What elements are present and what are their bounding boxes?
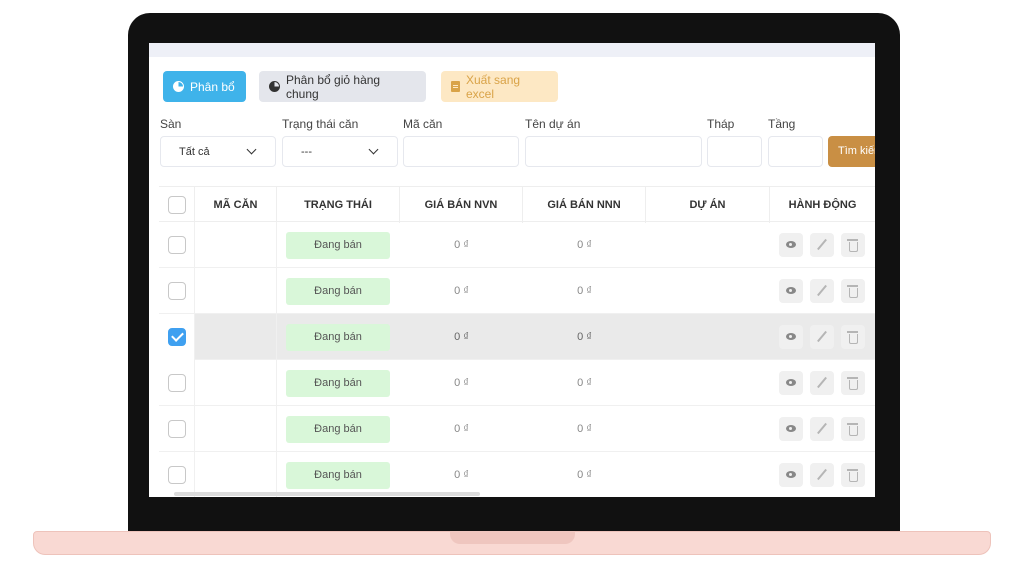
unit-code-cell — [195, 222, 277, 268]
status-badge: Đang bán — [286, 462, 390, 489]
header-price-nnn[interactable]: GIÁ BÁN NNN — [523, 187, 646, 223]
unit-code-cell — [195, 452, 277, 497]
status-badge: Đang bán — [286, 278, 390, 305]
export-excel-button[interactable]: Xuất sang excel — [441, 71, 558, 102]
unit-code-input[interactable] — [403, 136, 519, 167]
row-checkbox[interactable] — [168, 466, 186, 484]
select-all-cell — [159, 187, 195, 223]
edit-icon[interactable] — [810, 371, 834, 395]
edit-icon[interactable] — [810, 233, 834, 257]
unit-code-cell — [195, 406, 277, 452]
unit-code-cell — [195, 268, 277, 314]
project-name-input[interactable] — [525, 136, 702, 167]
price-nnn-cell: 0 ₫ — [577, 377, 592, 389]
app-screen: Phân bổ Phân bổ giỏ hàng chung Xuất sang… — [149, 43, 875, 497]
view-icon[interactable] — [779, 417, 803, 441]
price-nnn-cell: 0 ₫ — [577, 239, 592, 251]
table-row[interactable]: Đang bán 0 ₫ 0 ₫ — [159, 406, 875, 452]
status-select[interactable]: --- — [282, 136, 398, 167]
table-row-selected[interactable]: Đang bán 0 ₫ 0 ₫ — [159, 314, 875, 360]
status-badge: Đang bán — [286, 416, 390, 443]
price-nvn-cell: 0 ₫ — [454, 331, 469, 343]
edit-icon[interactable] — [810, 325, 834, 349]
view-icon[interactable] — [779, 279, 803, 303]
table-row[interactable]: Đang bán 0 ₫ 0 ₫ — [159, 360, 875, 406]
horizontal-scrollbar[interactable] — [174, 492, 480, 496]
row-select-cell — [159, 406, 195, 452]
price-nnn-cell: 0 ₫ — [577, 331, 592, 343]
header-project[interactable]: DỰ ÁN — [646, 187, 770, 223]
top-bar — [149, 43, 875, 57]
chevron-down-icon — [246, 144, 257, 155]
view-icon[interactable] — [779, 233, 803, 257]
unit-code-filter-label: Mã căn — [403, 117, 443, 131]
trash-icon[interactable] — [841, 279, 865, 303]
project-name-filter-label: Tên dự án — [525, 117, 581, 131]
floor-select-value: Tất cả — [179, 145, 210, 158]
file-icon — [451, 81, 460, 92]
edit-icon[interactable] — [810, 417, 834, 441]
table-row[interactable]: Đang bán 0 ₫ 0 ₫ — [159, 222, 875, 268]
view-icon[interactable] — [779, 463, 803, 487]
floor-select[interactable]: Tất cả — [160, 136, 276, 167]
price-nvn-cell: 0 ₫ — [454, 377, 469, 389]
price-nvn-cell: 0 ₫ — [454, 423, 469, 435]
allocate-shared-cart-label: Phân bổ giỏ hàng chung — [286, 72, 381, 101]
trash-icon[interactable] — [841, 371, 865, 395]
allocate-button[interactable]: Phân bổ — [163, 71, 246, 102]
row-select-cell — [159, 360, 195, 406]
table-header: MÃ CĂN TRẠNG THÁI GIÁ BÁN NVN GIÁ BÁN NN… — [159, 186, 875, 223]
header-price-nvn[interactable]: GIÁ BÁN NVN — [400, 187, 523, 223]
header-status[interactable]: TRẠNG THÁI — [277, 187, 400, 223]
header-actions: HÀNH ĐỘNG — [788, 199, 857, 211]
allocate-shared-cart-button[interactable]: Phân bổ giỏ hàng chung — [259, 71, 426, 102]
level-input[interactable] — [768, 136, 823, 167]
trash-icon[interactable] — [841, 233, 865, 257]
row-select-cell — [159, 314, 195, 360]
table-row[interactable]: Đang bán 0 ₫ 0 ₫ — [159, 452, 875, 497]
select-all-checkbox[interactable] — [168, 196, 186, 214]
status-badge: Đang bán — [286, 370, 390, 397]
edit-icon[interactable] — [810, 279, 834, 303]
price-nnn-cell: 0 ₫ — [577, 469, 592, 481]
header-unit-code[interactable]: MÃ CĂN — [195, 187, 277, 223]
status-filter-label: Trạng thái căn — [282, 117, 359, 131]
level-filter-label: Tầng — [768, 117, 796, 131]
price-nvn-cell: 0 ₫ — [454, 285, 469, 297]
view-icon[interactable] — [779, 371, 803, 395]
status-badge: Đang bán — [286, 324, 390, 351]
row-checkbox[interactable] — [168, 236, 186, 254]
row-select-cell — [159, 452, 195, 497]
unit-code-cell — [195, 314, 277, 360]
price-nvn-cell: 0 ₫ — [454, 239, 469, 251]
edit-icon[interactable] — [810, 463, 834, 487]
unit-code-cell — [195, 360, 277, 406]
row-checkbox[interactable] — [168, 282, 186, 300]
export-excel-label: Xuất sang excel — [466, 72, 521, 101]
row-checkbox[interactable] — [168, 420, 186, 438]
trash-icon[interactable] — [841, 417, 865, 441]
status-badge: Đang bán — [286, 232, 390, 259]
tower-input[interactable] — [707, 136, 762, 167]
price-nvn-cell: 0 ₫ — [454, 469, 469, 481]
allocate-button-label: Phân bổ — [190, 79, 235, 94]
row-checkbox-checked[interactable] — [168, 328, 186, 346]
trash-icon[interactable] — [841, 463, 865, 487]
search-button[interactable]: Tìm kiếm — [828, 136, 875, 167]
row-select-cell — [159, 268, 195, 314]
chevron-down-icon — [368, 144, 379, 155]
tower-filter-label: Tháp — [707, 117, 735, 131]
price-nnn-cell: 0 ₫ — [577, 423, 592, 435]
view-icon[interactable] — [779, 325, 803, 349]
floor-filter-label: Sàn — [160, 117, 182, 131]
price-nnn-cell: 0 ₫ — [577, 285, 592, 297]
status-select-value: --- — [301, 145, 312, 158]
row-checkbox[interactable] — [168, 374, 186, 392]
laptop-notch — [450, 531, 575, 544]
table-row[interactable]: Đang bán 0 ₫ 0 ₫ — [159, 268, 875, 314]
trash-icon[interactable] — [841, 325, 865, 349]
row-select-cell — [159, 222, 195, 268]
pie-chart-icon — [173, 81, 184, 92]
pie-chart-icon — [269, 81, 280, 92]
